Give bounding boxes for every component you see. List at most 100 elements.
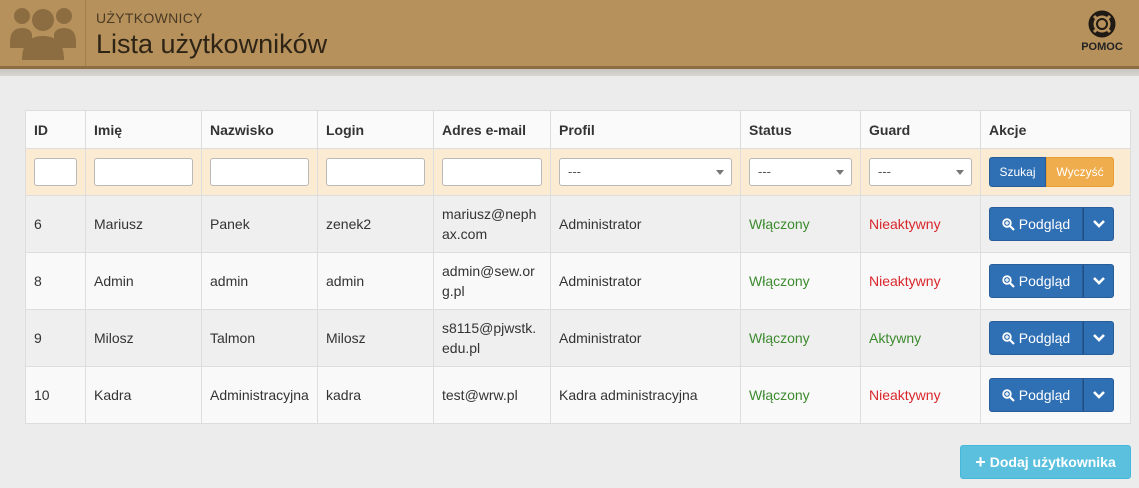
table-row: 10 Kadra Administracyjna kadra test@wrw.… (25, 366, 1131, 424)
cell-actions: Podgląd (980, 309, 1131, 367)
cell-id: 9 (25, 309, 86, 367)
row-actions: Podgląd (989, 378, 1122, 412)
zoom-in-icon (1002, 274, 1015, 288)
chevron-down-icon (1092, 277, 1105, 285)
life-ring-icon (1088, 10, 1116, 38)
chevron-down-icon (1092, 391, 1105, 399)
cell-email: test@wrw.pl (433, 366, 551, 424)
view-label: Podgląd (1018, 387, 1071, 403)
cell-actions: Podgląd (980, 252, 1131, 310)
cell-surname: Administracyjna (201, 366, 318, 424)
top-header: UŻYTKOWNICY Lista użytkowników POMOC (0, 0, 1139, 68)
filter-cell-id (25, 148, 86, 196)
header-border (0, 66, 1139, 76)
cell-surname: admin (201, 252, 318, 310)
filter-cell-name (85, 148, 202, 196)
chevron-down-icon (1092, 220, 1105, 228)
view-button[interactable]: Podgląd (989, 264, 1083, 298)
cell-profile: Administrator (550, 252, 741, 310)
column-header-login[interactable]: Login (317, 110, 434, 149)
cell-id: 6 (25, 195, 86, 253)
search-button[interactable]: Szukaj (989, 157, 1046, 187)
filter-cell-profile: --- (550, 148, 741, 196)
view-label: Podgląd (1018, 216, 1071, 232)
section-label: UŻYTKOWNICY (96, 10, 203, 26)
view-label: Podgląd (1018, 330, 1071, 346)
column-header-status[interactable]: Status (740, 110, 861, 149)
cell-name: Milosz (85, 309, 202, 367)
table-row: 6 Mariusz Panek zenek2 mariusz@nephax.co… (25, 195, 1131, 253)
add-user-label: Dodaj użytkownika (989, 454, 1116, 470)
column-header-actions: Akcje (980, 110, 1131, 149)
filter-name-input[interactable] (94, 158, 193, 186)
filter-status-select[interactable]: --- (749, 158, 852, 186)
cell-surname: Talmon (201, 309, 318, 367)
cell-guard: Nieaktywny (860, 252, 981, 310)
filter-cell-status: --- (740, 148, 861, 196)
filter-row: --- --- --- Szukaj Wyczyść (25, 148, 1131, 196)
view-button[interactable]: Podgląd (989, 207, 1083, 241)
column-header-guard[interactable]: Guard (860, 110, 981, 149)
cell-login: kadra (317, 366, 434, 424)
filter-profile-value: --- (568, 164, 581, 179)
help-button[interactable]: POMOC (1079, 10, 1125, 53)
cell-email: admin@sew.org.pl (433, 252, 551, 310)
table-header-row: ID Imię Nazwisko Login Adres e-mail Prof… (25, 110, 1131, 149)
view-label: Podgląd (1018, 273, 1071, 289)
zoom-in-icon (1002, 331, 1015, 345)
cell-email: mariusz@nephax.com (433, 195, 551, 253)
zoom-in-icon (1002, 217, 1015, 231)
filter-cell-surname (201, 148, 318, 196)
cell-profile: Kadra administracyjna (550, 366, 741, 424)
cell-actions: Podgląd (980, 195, 1131, 253)
filter-cell-email (433, 148, 551, 196)
filter-cell-actions: Szukaj Wyczyść (980, 148, 1131, 196)
cell-actions: Podgląd (980, 366, 1131, 424)
caret-down-icon (716, 170, 724, 175)
cell-status: Włączony (740, 309, 861, 367)
filter-profile-select[interactable]: --- (559, 158, 732, 186)
zoom-in-icon (1002, 388, 1015, 402)
view-button[interactable]: Podgląd (989, 321, 1083, 355)
cell-login: admin (317, 252, 434, 310)
cell-status: Włączony (740, 252, 861, 310)
cell-name: Kadra (85, 366, 202, 424)
column-header-profile[interactable]: Profil (550, 110, 741, 149)
filter-guard-select[interactable]: --- (869, 158, 972, 186)
column-header-email[interactable]: Adres e-mail (433, 110, 551, 149)
cell-email: s8115@pjwstk.edu.pl (433, 309, 551, 367)
cell-profile: Administrator (550, 195, 741, 253)
view-button[interactable]: Podgląd (989, 378, 1083, 412)
help-label: POMOC (1081, 41, 1123, 53)
cell-surname: Panek (201, 195, 318, 253)
filter-login-input[interactable] (326, 158, 425, 186)
cell-login: zenek2 (317, 195, 434, 253)
actions-dropdown-button[interactable] (1083, 378, 1114, 412)
caret-down-icon (836, 170, 844, 175)
column-header-surname[interactable]: Nazwisko (201, 110, 318, 149)
row-actions: Podgląd (989, 321, 1122, 355)
add-user-button[interactable]: + Dodaj użytkownika (960, 445, 1131, 479)
actions-dropdown-button[interactable] (1083, 321, 1114, 355)
actions-dropdown-button[interactable] (1083, 264, 1114, 298)
cell-guard: Nieaktywny (860, 366, 981, 424)
plus-icon: + (975, 452, 986, 472)
cell-name: Mariusz (85, 195, 202, 253)
filter-email-input[interactable] (442, 158, 542, 186)
caret-down-icon (956, 170, 964, 175)
column-header-id[interactable]: ID (25, 110, 86, 149)
filter-buttons: Szukaj Wyczyść (989, 157, 1122, 187)
users-icon (10, 8, 76, 60)
column-header-name[interactable]: Imię (85, 110, 202, 149)
cell-status: Włączony (740, 366, 861, 424)
filter-id-input[interactable] (34, 158, 77, 186)
row-actions: Podgląd (989, 264, 1122, 298)
users-table: ID Imię Nazwisko Login Adres e-mail Prof… (25, 110, 1131, 424)
cell-login: Milosz (317, 309, 434, 367)
actions-dropdown-button[interactable] (1083, 207, 1114, 241)
clear-button[interactable]: Wyczyść (1046, 157, 1114, 187)
chevron-down-icon (1092, 334, 1105, 342)
filter-surname-input[interactable] (210, 158, 309, 186)
cell-name: Admin (85, 252, 202, 310)
page-title: Lista użytkowników (96, 29, 328, 59)
